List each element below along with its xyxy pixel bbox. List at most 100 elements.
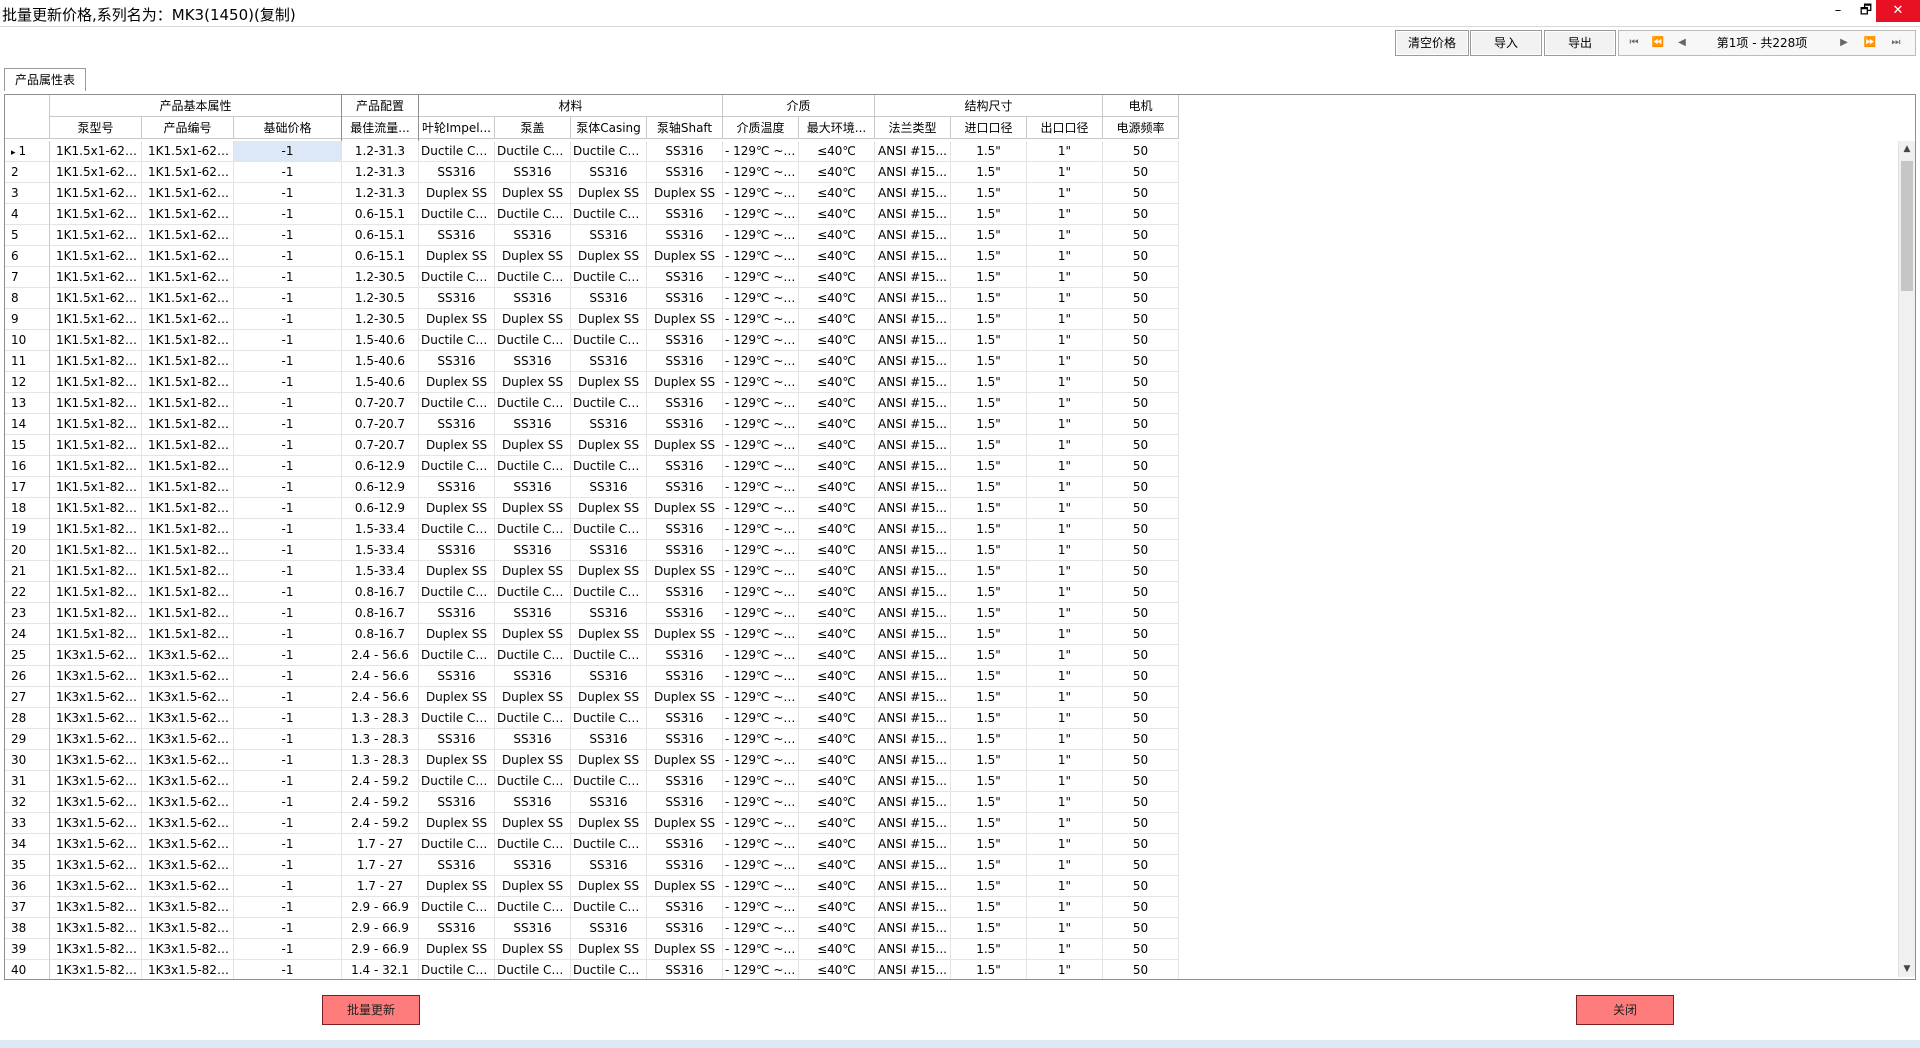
scroll-up-icon[interactable]: ▲	[1899, 141, 1915, 157]
table-cell[interactable]: Ductile Ca...	[495, 141, 571, 162]
table-cell[interactable]: ANSI #15...	[875, 498, 951, 519]
table-cell[interactable]: ANSI #15...	[875, 561, 951, 582]
row-number[interactable]: 8	[5, 288, 50, 309]
table-cell[interactable]: 0.8-16.7	[342, 582, 419, 603]
column-header[interactable]: 泵轴Shaft	[647, 117, 723, 139]
table-cell[interactable]: ANSI #15...	[875, 141, 951, 162]
row-number[interactable]: 2	[5, 162, 50, 183]
table-cell[interactable]: SS316	[495, 540, 571, 561]
table-cell[interactable]: 1.5"	[951, 855, 1027, 876]
table-cell[interactable]: ANSI #15...	[875, 414, 951, 435]
table-cell[interactable]: 1.7 - 27	[342, 855, 419, 876]
table-cell[interactable]: Ductile Ca...	[419, 204, 495, 225]
table-cell[interactable]: ≤40℃	[799, 561, 875, 582]
table-cell[interactable]: ≤40℃	[799, 792, 875, 813]
table-cell[interactable]: -1	[234, 519, 342, 540]
table-cell[interactable]: 1.5"	[951, 645, 1027, 666]
table-cell[interactable]: 1.5"	[951, 603, 1027, 624]
table-cell[interactable]: Ductile Ca...	[571, 141, 647, 162]
table-cell[interactable]: 1.5"	[951, 792, 1027, 813]
table-cell[interactable]: SS316	[419, 729, 495, 750]
table-cell[interactable]: 50	[1103, 372, 1179, 393]
table-cell[interactable]: Duplex SS	[647, 876, 723, 897]
table-cell[interactable]: - 129℃ ~ ...	[723, 393, 799, 414]
table-cell[interactable]: Duplex SS	[571, 876, 647, 897]
table-cell[interactable]: SS316	[647, 729, 723, 750]
table-cell[interactable]: -1	[234, 939, 342, 960]
table-cell[interactable]: 50	[1103, 141, 1179, 162]
table-cell[interactable]: SS316	[495, 603, 571, 624]
table-cell[interactable]: 50	[1103, 309, 1179, 330]
row-number[interactable]: 37	[5, 897, 50, 918]
table-cell[interactable]: ≤40℃	[799, 309, 875, 330]
table-cell[interactable]: 50	[1103, 771, 1179, 792]
table-cell[interactable]: ≤40℃	[799, 813, 875, 834]
table-cell[interactable]: - 129℃ ~ ...	[723, 246, 799, 267]
table-cell[interactable]: 1K3x1.5-62RV...	[142, 834, 234, 855]
row-number[interactable]: 31	[5, 771, 50, 792]
table-cell[interactable]: ANSI #15...	[875, 792, 951, 813]
table-cell[interactable]: 1K3x1.5-62RV...	[142, 771, 234, 792]
table-cell[interactable]: ANSI #15...	[875, 225, 951, 246]
table-cell[interactable]: 1K1.5x1-62OP M...	[50, 246, 142, 267]
table-cell[interactable]: 0.6-12.9	[342, 456, 419, 477]
table-cell[interactable]: ANSI #15...	[875, 834, 951, 855]
table-cell[interactable]: - 129℃ ~ ...	[723, 225, 799, 246]
table-cell[interactable]: SS316	[647, 855, 723, 876]
table-cell[interactable]: 1K1.5x1-82O...	[142, 498, 234, 519]
table-cell[interactable]: 1.5"	[951, 267, 1027, 288]
table-cell[interactable]: Duplex SS	[647, 498, 723, 519]
table-cell[interactable]: Duplex SS	[571, 687, 647, 708]
table-cell[interactable]: Duplex SS	[647, 372, 723, 393]
table-cell[interactable]: Ductile Ca...	[419, 393, 495, 414]
table-cell[interactable]: SS316	[647, 708, 723, 729]
table-cell[interactable]: - 129℃ ~ ...	[723, 330, 799, 351]
table-cell[interactable]: ANSI #15...	[875, 162, 951, 183]
table-cell[interactable]: 1.5"	[951, 750, 1027, 771]
table-cell[interactable]: SS316	[647, 288, 723, 309]
table-cell[interactable]: 1.5"	[951, 435, 1027, 456]
table-cell[interactable]: ≤40℃	[799, 351, 875, 372]
close-button[interactable]: 关闭	[1576, 995, 1674, 1025]
table-cell[interactable]: 1K1.5x1-62OP M...	[50, 225, 142, 246]
table-cell[interactable]: 1.5"	[951, 330, 1027, 351]
table-cell[interactable]: 1K3x1.5-62RV M...	[50, 834, 142, 855]
table-cell[interactable]: 1K1.5x1-62RV...	[142, 288, 234, 309]
table-cell[interactable]: - 129℃ ~ ...	[723, 498, 799, 519]
table-cell[interactable]: - 129℃ ~ ...	[723, 183, 799, 204]
table-cell[interactable]: Ductile Ca...	[571, 771, 647, 792]
table-cell[interactable]: ANSI #15...	[875, 750, 951, 771]
table-cell[interactable]: 1K3x1.5-82O...	[142, 960, 234, 979]
table-cell[interactable]: 50	[1103, 708, 1179, 729]
prev-page-group-icon[interactable]: ⏪	[1647, 33, 1669, 53]
table-cell[interactable]: SS316	[647, 960, 723, 979]
table-cell[interactable]: 1.5"	[951, 666, 1027, 687]
table-cell[interactable]: 1"	[1027, 351, 1103, 372]
table-cell[interactable]: 1.5-40.6	[342, 372, 419, 393]
table-cell[interactable]: SS316	[419, 414, 495, 435]
table-cell[interactable]: 1"	[1027, 582, 1103, 603]
table-cell[interactable]: ANSI #15...	[875, 687, 951, 708]
table-cell[interactable]: 1.5"	[951, 624, 1027, 645]
table-cell[interactable]: 1"	[1027, 897, 1103, 918]
column-header[interactable]: 产品编号	[142, 117, 234, 139]
table-cell[interactable]: 50	[1103, 330, 1179, 351]
row-number[interactable]: 25	[5, 645, 50, 666]
table-cell[interactable]: 1"	[1027, 750, 1103, 771]
table-cell[interactable]: -1	[234, 162, 342, 183]
table-cell[interactable]: 1K1.5x1-82OP M...	[50, 330, 142, 351]
table-cell[interactable]: SS316	[647, 393, 723, 414]
table-cell[interactable]: Ductile Ca...	[495, 393, 571, 414]
table-cell[interactable]: -1	[234, 456, 342, 477]
table-cell[interactable]: Duplex SS	[495, 435, 571, 456]
table-cell[interactable]: 1.5"	[951, 813, 1027, 834]
table-cell[interactable]: 1K1.5x1-62O...	[142, 183, 234, 204]
export-button[interactable]: 导出	[1544, 30, 1616, 56]
table-cell[interactable]: Duplex SS	[495, 750, 571, 771]
table-cell[interactable]: ANSI #15...	[875, 960, 951, 979]
table-cell[interactable]: Ductile Ca...	[571, 960, 647, 979]
table-cell[interactable]: 1K1.5x1-62OP M...	[50, 141, 142, 162]
table-cell[interactable]: Ductile Ca...	[571, 456, 647, 477]
table-cell[interactable]: 1"	[1027, 813, 1103, 834]
table-cell[interactable]: 1K1.5x1-82RV M...	[50, 561, 142, 582]
